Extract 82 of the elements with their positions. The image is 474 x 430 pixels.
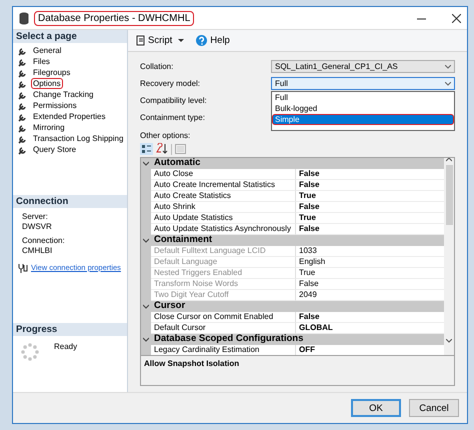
property-name: Auto Shrink [151, 202, 296, 214]
property-name: Auto Create Incremental Statistics [151, 180, 296, 192]
category-header[interactable]: Containment [151, 235, 444, 246]
script-icon [136, 35, 145, 46]
property-value[interactable]: True [296, 213, 444, 224]
page-item[interactable]: Filegroups [31, 67, 72, 78]
page-item[interactable]: Extended Properties [31, 111, 108, 122]
dialog-button[interactable]: OK [351, 399, 401, 417]
dialog-button[interactable]: Cancel [409, 399, 459, 417]
script-button[interactable]: Script [134, 35, 174, 46]
page-item[interactable]: Query Store [31, 144, 78, 155]
property-name: Transform Noise Words [151, 279, 296, 290]
server-label: Server: [22, 212, 48, 222]
dropdown[interactable]: Full [271, 77, 455, 90]
wrench-icon [18, 100, 27, 110]
wrench-icon [18, 46, 27, 56]
plug-icon [18, 262, 28, 273]
wrench-icon [18, 122, 27, 132]
chevron-icon[interactable] [143, 160, 149, 167]
help-icon [196, 35, 208, 46]
property-name: Default Language [151, 257, 296, 268]
wrench-icon [18, 90, 27, 100]
category-header[interactable]: Database Scoped Configurations [151, 334, 444, 346]
chevron-icon [445, 82, 451, 86]
dropdown-option[interactable]: Simple [272, 114, 454, 126]
chevron-icon [445, 64, 451, 69]
section-header: Connection [13, 195, 127, 208]
connection-value: CMHLBI [22, 246, 52, 256]
property-value[interactable]: False [296, 202, 444, 214]
chevron-icon[interactable] [143, 304, 149, 310]
property-name: Default Fulltext Language LCID [151, 246, 296, 258]
dropdown-option[interactable]: Bulk-logged [272, 103, 320, 114]
field-label: Collation: [140, 62, 174, 72]
property-name: Auto Update Statistics [151, 213, 296, 224]
field-label: Compatibility level: [140, 96, 208, 106]
property-value[interactable]: False [296, 180, 444, 192]
page-item[interactable]: Mirroring [31, 122, 67, 133]
property-value[interactable]: False [296, 312, 444, 324]
description-panel: Allow Snapshot Isolation [140, 356, 455, 386]
dropdown[interactable]: SQL_Latin1_General_CP1_CI_AS [271, 60, 455, 74]
chevron-icon[interactable] [143, 336, 149, 343]
scroll-down-icon[interactable] [446, 338, 452, 343]
scroll-up-icon[interactable] [446, 158, 452, 162]
section-header: Progress [13, 323, 127, 336]
page-item[interactable]: Options [31, 78, 63, 89]
page-item[interactable]: Permissions [31, 100, 79, 111]
field-label: Recovery model: [140, 79, 202, 88]
page-item[interactable]: Change Tracking [31, 89, 96, 100]
caret-icon[interactable] [178, 39, 184, 42]
property-name: Auto Close [151, 169, 296, 180]
progress-status: Ready [54, 342, 78, 351]
section-label: Other options: [140, 130, 190, 140]
sort-icon[interactable] [156, 143, 168, 156]
chevron-icon[interactable] [143, 238, 149, 244]
category-header[interactable]: Automatic [151, 158, 444, 170]
wrench-icon [18, 134, 27, 144]
wrench-icon [18, 68, 27, 78]
property-name: Auto Create Statistics [151, 191, 296, 202]
category-header[interactable]: Cursor [151, 301, 444, 312]
property-name: Nested Triggers Enabled [151, 268, 296, 280]
close-icon[interactable] [452, 14, 461, 22]
property-name: Close Cursor on Commit Enabled [151, 312, 296, 324]
connection-label: Connection: [22, 236, 65, 246]
window-title: Database Properties - DWHCMHL [34, 10, 194, 26]
help-button[interactable]: Help [194, 35, 232, 46]
wrench-icon [18, 112, 27, 122]
field-label: Containment type: [140, 113, 206, 122]
section-header: Select a page [13, 30, 127, 43]
property-value[interactable]: False [296, 169, 444, 180]
page-item[interactable]: Files [31, 56, 52, 67]
categorized-icon[interactable] [140, 143, 153, 156]
wrench-icon [18, 78, 27, 88]
property-value[interactable]: True [296, 191, 444, 202]
database-icon [19, 12, 29, 24]
scrollbar[interactable] [444, 158, 454, 355]
server-value: DWSVR [22, 222, 52, 232]
page-item[interactable]: Transaction Log Shipping [31, 133, 126, 144]
dropdown-option[interactable]: Full [272, 92, 291, 104]
page-item[interactable]: General [31, 45, 64, 56]
wrench-icon [18, 56, 27, 66]
wrench-icon [18, 144, 27, 154]
spinner-icon [20, 342, 40, 362]
